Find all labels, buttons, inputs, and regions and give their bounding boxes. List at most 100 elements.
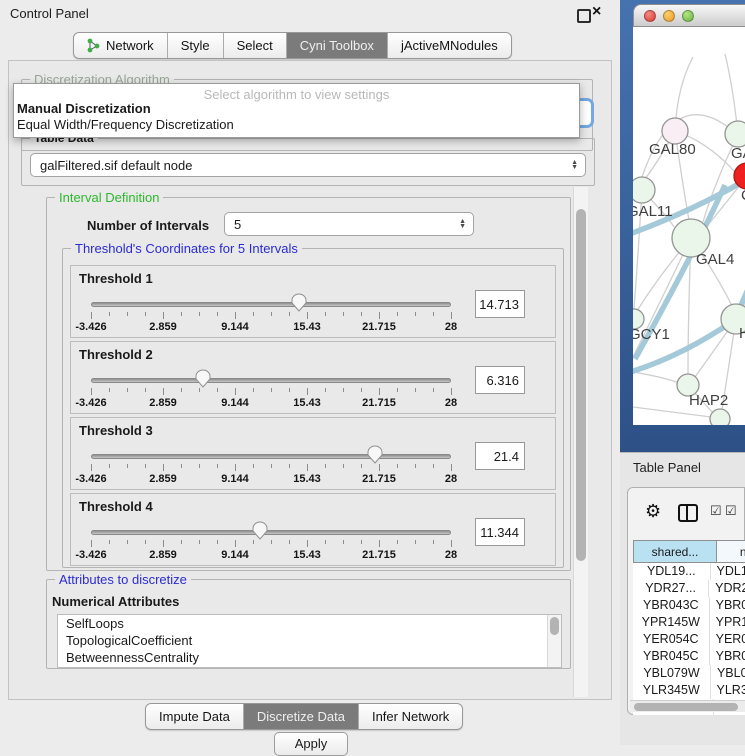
tick-mark <box>181 464 182 468</box>
vertical-scrollbar[interactable] <box>573 187 588 697</box>
settings-gear-icon[interactable]: ⚙ <box>645 501 661 522</box>
slider-thumb[interactable] <box>291 293 307 312</box>
tick-label: -3.426 <box>75 549 106 561</box>
tick-mark <box>217 388 218 392</box>
tab-network[interactable]: Network <box>74 33 167 58</box>
tick-mark <box>415 312 416 316</box>
node-top-right[interactable] <box>725 121 745 147</box>
tick-mark <box>271 312 272 316</box>
column-header-1[interactable]: shared... <box>633 540 717 563</box>
horizontal-scrollbar[interactable] <box>630 700 745 712</box>
tick-mark <box>271 540 272 544</box>
tab-discretize-data[interactable]: Discretize Data <box>243 704 358 729</box>
tick-mark <box>145 312 146 316</box>
tick-mark <box>397 540 398 544</box>
algorithm-popup: Select algorithm to view settings Manual… <box>13 83 580 138</box>
algorithm-option-equal-width[interactable]: Equal Width/Frequency Discretization <box>17 117 234 132</box>
table-row[interactable]: YLR345WYLR3 <box>633 682 745 699</box>
checkbox-icon[interactable]: ☑ <box>725 503 737 519</box>
traffic-light-minimize-icon[interactable] <box>663 10 675 22</box>
node-label: GAL4 <box>696 251 734 268</box>
tick-mark <box>91 312 92 319</box>
threshold-slider-track[interactable] <box>91 530 451 535</box>
table-row[interactable]: YBL079WYBL0 <box>633 665 745 682</box>
table-row[interactable]: YPR145WYPR1 <box>633 614 745 631</box>
attribute-list-item[interactable]: SelfLoops <box>58 615 561 632</box>
table-row[interactable]: YDR27...YDR2 <box>633 580 745 597</box>
cell-name: YLR3 <box>711 682 745 699</box>
list-scrollbar-thumb[interactable] <box>550 617 559 635</box>
tick-mark <box>307 540 308 547</box>
attributes-group: Attributes to discretize Numerical Attri… <box>46 579 571 669</box>
tick-label: 15.43 <box>293 321 321 333</box>
tick-mark <box>91 464 92 471</box>
tab-label: Style <box>181 38 210 53</box>
tab-cyni-toolbox[interactable]: Cyni Toolbox <box>286 33 387 58</box>
node-bottom[interactable] <box>710 409 730 425</box>
tick-mark <box>199 464 200 468</box>
threshold-slider-track[interactable] <box>91 378 451 383</box>
attribute-list-item[interactable]: TopologicalCoefficient <box>58 632 561 649</box>
tick-mark <box>307 312 308 319</box>
traffic-light-zoom-icon[interactable] <box>682 10 694 22</box>
slider-thumb[interactable] <box>367 445 383 464</box>
tick-mark <box>199 540 200 544</box>
table-data-combobox[interactable]: galFiltered.sif default node ▲▼ <box>30 153 586 177</box>
threshold-value-field[interactable]: 21.4 <box>475 442 525 470</box>
network-view-canvas[interactable]: GAL80GACGAL11GAL4GCY1HHAP2 <box>633 27 745 425</box>
close-icon[interactable]: × <box>592 3 601 21</box>
tick-label: 21.715 <box>362 549 396 561</box>
cell-name: YBL0 <box>711 665 745 682</box>
tab-jactivemnodules[interactable]: jActiveMNodules <box>387 33 511 58</box>
network-window-titlebar[interactable] <box>633 4 745 27</box>
tick-mark <box>379 312 380 319</box>
table-row[interactable]: YBR043CYBR0 <box>633 597 745 614</box>
float-window-icon[interactable] <box>577 9 591 23</box>
tick-label: 28 <box>445 473 457 485</box>
threshold-list: Threshold 1 -3.4262.8599.14415.4321.7152… <box>70 265 556 569</box>
tick-mark <box>343 540 344 544</box>
tick-mark <box>451 388 452 395</box>
table-row[interactable]: YER054CYER0 <box>633 631 745 648</box>
threshold-value-field[interactable]: 11.344 <box>475 518 525 546</box>
thresholds-group: Threshold's Coordinates for 5 Intervals … <box>62 248 564 568</box>
threshold-slider-track[interactable] <box>91 454 451 459</box>
apply-button[interactable]: Apply <box>274 732 348 756</box>
threshold-value-field[interactable]: 14.713 <box>475 290 525 318</box>
tab-infer-network[interactable]: Infer Network <box>358 704 462 729</box>
column-header-2[interactable]: na <box>717 540 745 563</box>
table-row[interactable]: YDL19...YDL1 <box>633 563 745 580</box>
attribute-list-item[interactable]: BetweennessCentrality <box>58 649 561 666</box>
tab-style[interactable]: Style <box>167 33 223 58</box>
node-gal11[interactable] <box>633 177 655 203</box>
algorithm-option-manual[interactable]: Manual Discretization <box>17 101 151 116</box>
tick-label: 15.43 <box>293 549 321 561</box>
tick-mark <box>253 312 254 316</box>
tick-mark <box>289 540 290 544</box>
table-row[interactable]: YBR045CYBR0 <box>633 648 745 665</box>
list-scrollbar[interactable] <box>547 615 561 667</box>
tick-mark <box>145 540 146 544</box>
slider-thumb[interactable] <box>195 369 211 388</box>
cell-name: YDR2 <box>709 580 745 597</box>
tick-mark <box>271 388 272 392</box>
traffic-light-close-icon[interactable] <box>644 10 656 22</box>
checkbox-icon[interactable]: ☑ <box>710 503 722 519</box>
tab-select[interactable]: Select <box>223 33 286 58</box>
tick-mark <box>181 312 182 316</box>
split-columns-icon[interactable] <box>678 504 698 522</box>
vertical-scrollbar-thumb[interactable] <box>576 209 586 561</box>
tab-label: Impute Data <box>159 709 230 724</box>
numerical-attributes-list[interactable]: SelfLoopsTopologicalCoefficientBetweenne… <box>57 614 562 668</box>
tick-label: 9.144 <box>221 397 249 409</box>
threshold-value-field[interactable]: 6.316 <box>475 366 525 394</box>
horizontal-scrollbar-thumb[interactable] <box>634 703 738 711</box>
tick-mark <box>397 464 398 468</box>
cyni-mode-tabs: Impute Data Discretize DataInfer Network <box>145 703 463 730</box>
threshold-slider-track[interactable] <box>91 302 451 307</box>
slider-thumb[interactable] <box>252 521 268 540</box>
tab-impute-data[interactable]: Impute Data <box>146 704 243 729</box>
tick-mark <box>361 540 362 544</box>
number-of-intervals-combobox[interactable]: 5 ▲▼ <box>224 212 474 236</box>
tick-mark <box>397 388 398 392</box>
